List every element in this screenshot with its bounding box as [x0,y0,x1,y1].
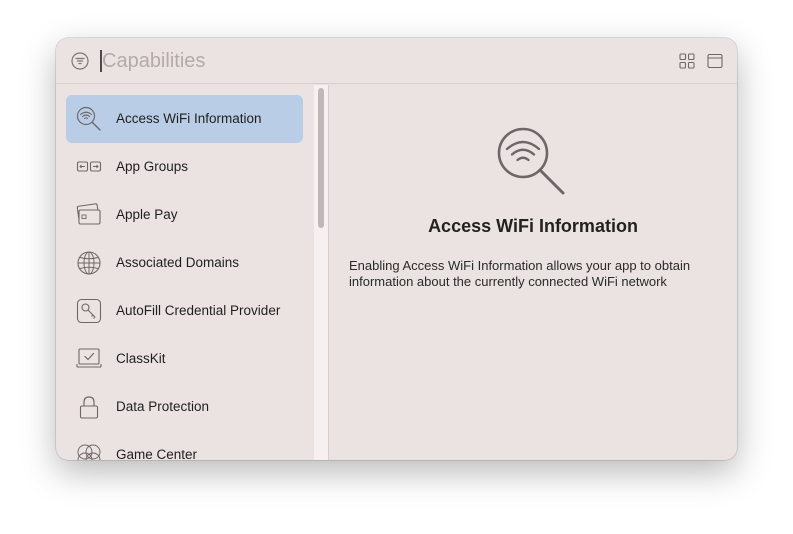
wifi-search-icon [497,127,565,195]
app-groups-icon [76,161,102,172]
list-item-associated-domains[interactable]: Associated Domains [66,239,303,287]
lock-icon [79,396,99,419]
grid-view-icon[interactable] [679,53,695,69]
capabilities-list: Access WiFi Information App Groups Apple… [56,85,328,460]
list-item-label: Access WiFi Information [116,111,262,126]
globe-icon [77,251,101,275]
list-item-label: Associated Domains [116,255,240,270]
list-item-label: Data Protection [116,399,210,414]
scrollbar-thumb[interactable] [318,88,324,228]
list-item-label: ClassKit [116,351,166,366]
search-bar [56,38,737,84]
detail-panel-icon[interactable] [707,53,723,69]
list-item-autofill-credential-provider[interactable]: AutoFill Credential Provider [66,287,303,335]
wifi-search-icon [76,106,101,131]
list-item-app-groups[interactable]: App Groups [66,143,303,191]
key-icon [76,298,102,324]
search-input[interactable] [102,46,602,76]
list-item-label: App Groups [116,159,189,174]
list-item-label: Game Center [116,447,198,460]
list-item-data-protection[interactable]: Data Protection [66,383,303,431]
detail-description: Enabling Access WiFi Information allows … [349,258,691,289]
credit-card-icon [76,203,101,225]
list-item-access-wifi[interactable]: Access WiFi Information [66,95,303,143]
list-item-game-center[interactable]: Game Center [66,431,303,460]
list-item-classkit[interactable]: ClassKit [66,335,303,383]
list-item-label: Apple Pay [116,207,178,222]
list-item-apple-pay[interactable]: Apple Pay [66,191,303,239]
capabilities-window: Access WiFi Information App Groups Apple… [56,38,737,460]
detail-pane: Access WiFi Information Enabling Access … [329,85,737,460]
filter-icon[interactable] [71,52,89,70]
list-item-label: AutoFill Credential Provider [116,303,281,318]
detail-title: Access WiFi Information [428,216,638,236]
game-center-icon [77,444,101,460]
classkit-icon [76,348,102,368]
